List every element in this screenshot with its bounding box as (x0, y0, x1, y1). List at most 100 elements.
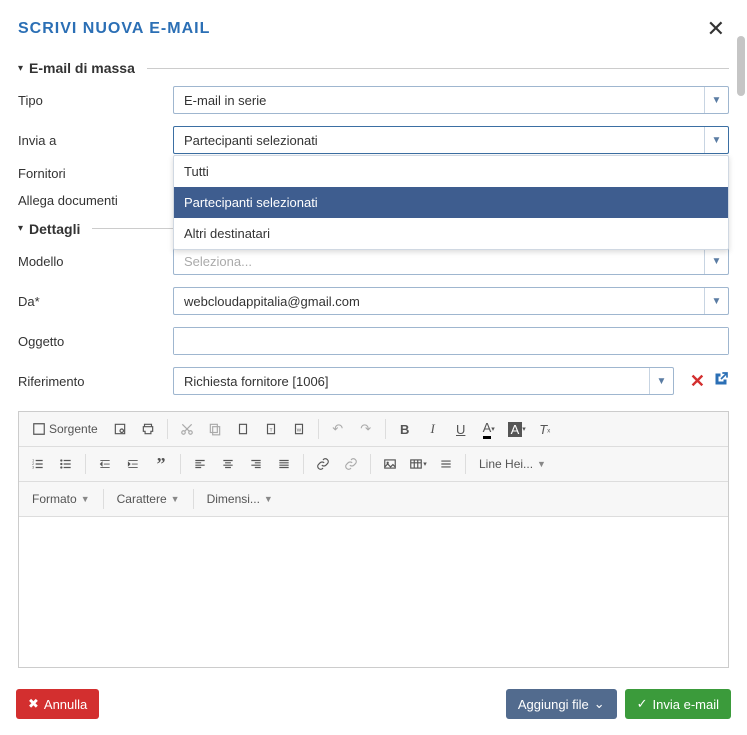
select-value: webcloudappitalia@gmail.com (174, 294, 704, 309)
outdent-icon[interactable] (92, 451, 118, 477)
select-tipo[interactable]: E-mail in serie ▼ (173, 86, 729, 114)
open-external-icon[interactable] (713, 371, 729, 392)
text-color-icon[interactable]: A▾ (476, 416, 502, 442)
unlink-icon[interactable] (338, 451, 364, 477)
source-button[interactable]: Sorgente (25, 416, 105, 442)
line-height-dropdown[interactable]: Line Hei...▼ (472, 451, 553, 477)
select-da[interactable]: webcloudappitalia@gmail.com ▼ (173, 287, 729, 315)
align-center-icon[interactable] (215, 451, 241, 477)
clear-format-icon[interactable]: Tₓ (532, 416, 558, 442)
svg-text:3: 3 (32, 466, 34, 470)
input-oggetto[interactable] (174, 328, 728, 354)
align-right-icon[interactable] (243, 451, 269, 477)
svg-text:T: T (269, 427, 272, 432)
check-icon: ✓ (637, 696, 648, 712)
hr-icon[interactable] (433, 451, 459, 477)
separator (385, 419, 386, 439)
chevron-down-icon[interactable]: ▾ (18, 63, 23, 74)
dropdown-label: Line Hei... (479, 457, 533, 471)
label-invia-a: Invia a (18, 133, 163, 148)
label-oggetto: Oggetto (18, 334, 163, 349)
separator (85, 454, 86, 474)
dropdown-label: Dimensi... (207, 492, 260, 506)
label-fornitori: Fornitori (18, 166, 163, 181)
chevron-down-icon: ▼ (264, 494, 273, 504)
dropdown-option-partecipanti[interactable]: Partecipanti selezionati (174, 187, 728, 218)
chevron-down-icon[interactable]: ▼ (704, 248, 728, 274)
dropdown-label: Carattere (117, 492, 167, 506)
chevron-down-icon: ▼ (171, 494, 180, 504)
image-icon[interactable] (377, 451, 403, 477)
underline-icon[interactable]: U (448, 416, 474, 442)
chevron-down-icon[interactable]: ▾ (18, 223, 23, 234)
source-label: Sorgente (49, 422, 98, 436)
dropdown-option-altri[interactable]: Altri destinatari (174, 218, 728, 249)
separator (167, 419, 168, 439)
send-email-button[interactable]: ✓ Invia e-mail (625, 689, 731, 719)
editor-content[interactable] (19, 517, 728, 667)
size-dropdown[interactable]: Dimensi... ▼ (200, 486, 280, 512)
align-justify-icon[interactable] (271, 451, 297, 477)
bold-icon[interactable]: B (392, 416, 418, 442)
section-mass-email: ▾ E-mail di massa (0, 54, 747, 80)
divider (147, 68, 729, 69)
chevron-down-icon[interactable]: ▼ (649, 368, 673, 394)
dropdown-option-tutti[interactable]: Tutti (174, 156, 728, 187)
chevron-down-icon: ▼ (81, 494, 90, 504)
label-tipo: Tipo (18, 93, 163, 108)
label-riferimento: Riferimento (18, 374, 163, 389)
section-label: E-mail di massa (29, 60, 135, 76)
print-icon[interactable] (135, 416, 161, 442)
input-oggetto-wrap (173, 327, 729, 355)
undo-icon[interactable]: ↶ (325, 416, 351, 442)
chevron-down-icon[interactable]: ▼ (704, 87, 728, 113)
chevron-down-icon[interactable]: ▼ (704, 288, 728, 314)
unordered-list-icon[interactable] (53, 451, 79, 477)
clear-icon[interactable]: ✕ (690, 371, 705, 392)
redo-icon[interactable]: ↷ (353, 416, 379, 442)
paste-text-icon[interactable]: T (258, 416, 284, 442)
font-dropdown[interactable]: Carattere ▼ (110, 486, 187, 512)
dialog-footer: ✖ Annulla Aggiungi file ⌄ ✓ Invia e-mail (0, 679, 747, 735)
select-modello[interactable]: Seleziona... ▼ (173, 247, 729, 275)
table-icon[interactable]: ▾ (405, 451, 431, 477)
separator (103, 489, 104, 509)
section-label: Dettagli (29, 221, 80, 237)
separator (193, 489, 194, 509)
separator (180, 454, 181, 474)
select-riferimento[interactable]: Richiesta fornitore [1006] ▼ (173, 367, 674, 395)
cut-icon[interactable] (174, 416, 200, 442)
separator (318, 419, 319, 439)
paste-word-icon[interactable]: W (286, 416, 312, 442)
label-modello: Modello (18, 254, 163, 269)
blockquote-icon[interactable]: ” (148, 451, 174, 477)
ordered-list-icon[interactable]: 123 (25, 451, 51, 477)
bg-color-icon[interactable]: A▾ (504, 416, 530, 442)
paste-icon[interactable] (230, 416, 256, 442)
chevron-down-icon[interactable]: ▼ (704, 127, 728, 153)
italic-icon[interactable]: I (420, 416, 446, 442)
format-dropdown[interactable]: Formato▼ (25, 486, 97, 512)
attach-file-button[interactable]: Aggiungi file ⌄ (506, 689, 617, 719)
scrollbar[interactable] (737, 36, 745, 665)
editor-toolbar-row3: Formato▼ Carattere ▼ Dimensi... ▼ (19, 482, 728, 517)
select-placeholder: Seleziona... (174, 254, 704, 269)
align-left-icon[interactable] (187, 451, 213, 477)
select-invia-a[interactable]: Partecipanti selezionati ▼ (173, 126, 729, 154)
link-icon[interactable] (310, 451, 336, 477)
label-da: Da* (18, 294, 163, 309)
scrollbar-thumb[interactable] (737, 36, 745, 96)
dropdown-invia-a: Tutti Partecipanti selezionati Altri des… (173, 155, 729, 250)
preview-icon[interactable] (107, 416, 133, 442)
svg-text:W: W (297, 427, 302, 432)
label-allega-documenti: Allega documenti (18, 193, 163, 208)
editor-toolbar-row1: Sorgente T W ↶ ↷ B I U A▾ A▾ Tₓ (19, 412, 728, 447)
button-label: Annulla (44, 697, 87, 712)
indent-icon[interactable] (120, 451, 146, 477)
separator (370, 454, 371, 474)
select-value: Richiesta fornitore [1006] (174, 374, 649, 389)
close-icon[interactable]: ✕ (703, 12, 729, 46)
cancel-button[interactable]: ✖ Annulla (16, 689, 99, 719)
chevron-down-icon: ⌄ (594, 696, 605, 712)
copy-icon[interactable] (202, 416, 228, 442)
